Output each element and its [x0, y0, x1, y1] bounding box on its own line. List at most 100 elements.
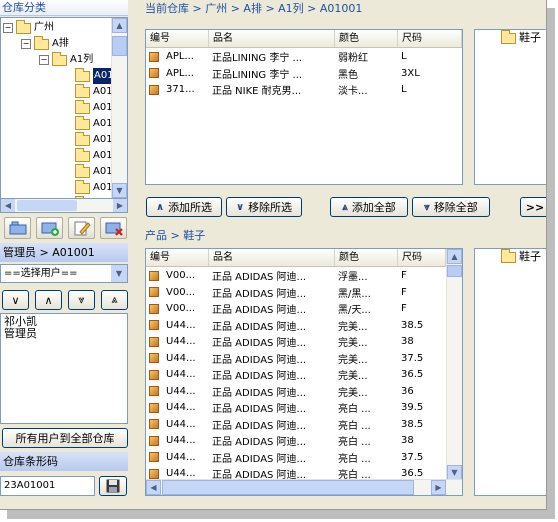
- column-header[interactable]: 品名: [209, 249, 335, 266]
- product-table[interactable]: 编号 品名 颜色 尺码 V00... 正品 ADIDAS 阿迪... 浮墨... F V…: [145, 248, 463, 496]
- add-folder-button[interactable]: [4, 217, 31, 239]
- tree-scrollbar[interactable]: ▲ ▼: [111, 18, 127, 198]
- scroll-thumb[interactable]: [162, 480, 414, 495]
- table-cell: 正品 NIKE 耐克男...: [212, 86, 302, 97]
- product-table-vscrollbar[interactable]: ▲ ▼: [446, 249, 462, 480]
- table-row[interactable]: U44... 正品 ADIDAS 阿迪... 完美... 36: [146, 383, 462, 400]
- product-table-hscrollbar[interactable]: ◀ ▶: [146, 479, 462, 495]
- warehouse-tree[interactable]: − 广州 − A排 − A1列 A01 A01 A01 A01 A01 A01 A01 A01…: [0, 17, 128, 199]
- table-row[interactable]: U44... 正品 ADIDAS 阿迪... 亮白 ... 38.5: [146, 416, 462, 433]
- package-icon: [149, 336, 159, 347]
- remove-all-button[interactable]: ⩔ 移除全部: [412, 197, 490, 217]
- add-item-button[interactable]: [36, 217, 63, 239]
- folder-icon: [75, 115, 90, 130]
- edit-button[interactable]: [68, 217, 95, 239]
- scroll-left-icon[interactable]: ◀: [146, 480, 161, 495]
- scroll-right-icon[interactable]: ▶: [431, 480, 446, 495]
- table-row[interactable]: APL... 正品LINING 李宁 ... 黑色 3XL: [146, 65, 462, 82]
- tree-node-cell[interactable]: A01: [75, 99, 113, 116]
- delete-button[interactable]: [100, 217, 127, 239]
- package-icon: [149, 84, 159, 95]
- tree-node-cell[interactable]: A01: [75, 163, 113, 180]
- tree-node-cell[interactable]: A01: [75, 67, 115, 84]
- table-cell: 正品 ADIDAS 阿迪...: [212, 338, 307, 349]
- table-cell: V00...: [166, 303, 196, 314]
- table-row[interactable]: U44... 正品 ADIDAS 阿迪... 完美... 38: [146, 333, 462, 350]
- table-cell: 正品 ADIDAS 阿迪...: [212, 420, 307, 432]
- table-row[interactable]: V00... 正品 ADIDAS 阿迪... 黑/黑... F: [146, 284, 462, 301]
- tree-node-row-a[interactable]: − A排: [21, 35, 69, 52]
- column-header[interactable]: 尺码: [398, 249, 446, 266]
- table-row[interactable]: U44... 正品 ADIDAS 阿迪... 完美... 37.5: [146, 350, 462, 367]
- tree-node-cell[interactable]: A01: [75, 131, 113, 148]
- tree-hscrollbar[interactable]: ◀ ▶: [0, 199, 128, 213]
- column-header[interactable]: 编号: [146, 249, 209, 266]
- table-row[interactable]: V00... 正品 ADIDAS 阿迪... 黑/天... F: [146, 300, 462, 317]
- table-row[interactable]: U44... 正品 ADIDAS 阿迪... 亮白 ... 38: [146, 432, 462, 449]
- warehouse-product-table[interactable]: 编号 品名 颜色 尺码 APL... 正品LINING 李宁 ... 弱粉红 L APL…: [145, 29, 463, 185]
- scroll-thumb[interactable]: [17, 200, 77, 211]
- table-row[interactable]: V00... 正品 ADIDAS 阿迪... 浮墨... F: [146, 267, 462, 284]
- move-top-button[interactable]: ⩓: [101, 290, 128, 310]
- table-row[interactable]: U44... 正品 ADIDAS 阿迪... 完美... 36.5: [146, 366, 462, 383]
- tree-node-cell[interactable]: A01: [75, 147, 113, 164]
- collapse-icon[interactable]: −: [21, 39, 31, 49]
- scroll-right-icon[interactable]: ▶: [113, 199, 127, 212]
- folder-list-top[interactable]: 鞋子: [474, 29, 546, 185]
- move-up-button[interactable]: ∧: [35, 290, 62, 310]
- column-header[interactable]: 尺码: [398, 30, 462, 47]
- table-row[interactable]: U44... 正品 ADIDAS 阿迪... 完美... 38.5: [146, 317, 462, 334]
- folder-list-bottom[interactable]: 鞋子: [474, 248, 546, 496]
- user-select[interactable]: ==选择用户== ▼: [0, 264, 128, 283]
- user-list[interactable]: 祁小凯 管理员: [0, 313, 128, 424]
- remove-selected-button[interactable]: ∨ 移除所选: [226, 197, 302, 217]
- user-select-value: ==选择用户==: [4, 268, 78, 279]
- tree-node-cell[interactable]: A01: [75, 115, 113, 132]
- tree-node-cell[interactable]: A01: [75, 83, 113, 100]
- tree-node-cell[interactable]: A01: [75, 179, 113, 196]
- table-row[interactable]: APL... 正品LINING 李宁 ... 弱粉红 L: [146, 48, 462, 65]
- button-label: 移除所选: [248, 201, 293, 214]
- table-cell: 正品LINING 李宁 ...: [212, 69, 303, 81]
- all-users-to-all-warehouses-button[interactable]: 所有用户到全部仓库: [2, 428, 128, 448]
- move-down-button[interactable]: ∨: [2, 290, 29, 310]
- column-header[interactable]: 颜色: [335, 30, 398, 47]
- scroll-up-icon[interactable]: ▲: [447, 249, 462, 264]
- table-cell: U44...: [166, 369, 196, 380]
- folder-item[interactable]: 鞋子: [501, 249, 541, 265]
- table-row[interactable]: 371... 正品 NIKE 耐克男... 淡卡... L: [146, 81, 462, 98]
- tree-node-label: A排: [52, 38, 69, 49]
- add-selected-button[interactable]: ∧ 添加所选: [146, 197, 222, 217]
- column-header[interactable]: 品名: [209, 30, 335, 47]
- package-icon: [149, 287, 159, 297]
- table-row[interactable]: U44... 正品 ADIDAS 阿迪... 亮白 ... 37.5: [146, 449, 462, 466]
- move-bottom-button[interactable]: ⩔: [68, 290, 95, 310]
- chevron-down-icon[interactable]: ▼: [111, 265, 127, 282]
- chevron-down-icon: ∨: [235, 201, 245, 213]
- scroll-thumb[interactable]: [112, 36, 127, 56]
- scroll-down-icon[interactable]: ▼: [447, 465, 462, 480]
- column-header[interactable]: 颜色: [335, 249, 398, 266]
- barcode-input[interactable]: 23A01001: [0, 476, 95, 496]
- tree-node-label: A01: [93, 182, 113, 193]
- table-cell: 36.5: [401, 468, 424, 479]
- table-row[interactable]: U44... 正品 ADIDAS 阿迪... 亮白 ... 39.5: [146, 399, 462, 416]
- table-cell: 正品 ADIDAS 阿迪...: [212, 321, 307, 333]
- double-chevron-up-icon: ⩓: [111, 293, 118, 306]
- column-header[interactable]: 编号: [146, 30, 209, 47]
- scroll-thumb[interactable]: [447, 265, 462, 277]
- folder-item[interactable]: 鞋子: [501, 30, 541, 46]
- chevron-up-icon: ∧: [44, 293, 53, 307]
- add-all-button[interactable]: ⩓ 添加全部: [330, 197, 408, 217]
- collapse-icon[interactable]: −: [39, 55, 49, 65]
- table-cell: 亮白 ...: [338, 437, 371, 448]
- scroll-left-icon[interactable]: ◀: [1, 199, 15, 212]
- tree-node-root[interactable]: − 广州: [3, 19, 54, 36]
- tree-node-label: A01: [93, 102, 113, 113]
- scroll-down-icon[interactable]: ▼: [112, 183, 127, 198]
- save-button[interactable]: [99, 476, 127, 496]
- scroll-up-icon[interactable]: ▲: [112, 18, 127, 33]
- tree-node-col-a1[interactable]: − A1列: [39, 51, 93, 68]
- collapse-icon[interactable]: −: [3, 23, 13, 33]
- more-button[interactable]: >>: [520, 197, 546, 217]
